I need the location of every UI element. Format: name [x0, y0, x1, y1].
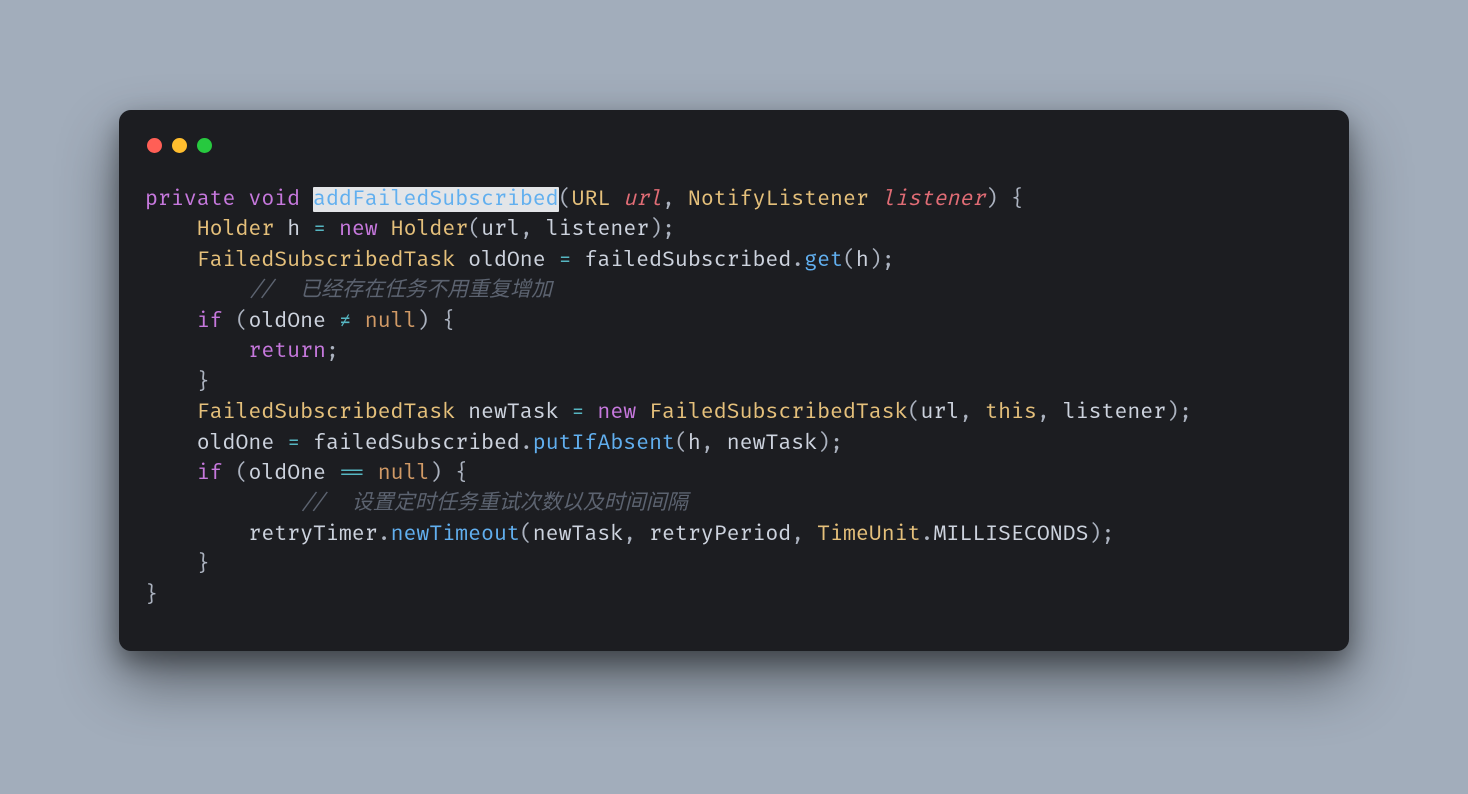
- comma: ,: [959, 400, 972, 425]
- op-assign: =: [287, 431, 300, 456]
- param-name: url: [623, 187, 662, 212]
- arg: newTask: [727, 431, 817, 456]
- brace-open: {: [455, 461, 468, 486]
- comma: ,: [662, 187, 675, 212]
- arg: h: [688, 431, 701, 456]
- paren-close: ): [869, 248, 882, 273]
- enum-field: MILLISECONDS: [933, 522, 1088, 547]
- var: h: [287, 217, 300, 242]
- brace-close: }: [197, 552, 210, 577]
- paren-open: (: [468, 217, 481, 242]
- op-eq: ==: [339, 461, 365, 486]
- arg: listener: [1063, 400, 1166, 425]
- paren-close: ): [429, 461, 442, 486]
- paren-open: (: [908, 400, 921, 425]
- minimize-icon[interactable]: [172, 138, 187, 153]
- arg: url: [921, 400, 960, 425]
- paren-close: ): [817, 431, 830, 456]
- zoom-icon[interactable]: [197, 138, 212, 153]
- comma: ,: [623, 522, 636, 547]
- brace-open: {: [1011, 187, 1024, 212]
- lhs: oldOne: [248, 309, 326, 334]
- op-neq: ≠: [339, 309, 352, 334]
- paren-close: ): [1089, 522, 1102, 547]
- obj: failedSubscribed: [313, 431, 520, 456]
- arg: retryPeriod: [649, 522, 791, 547]
- dot: .: [921, 522, 934, 547]
- keyword-private: private: [145, 187, 235, 212]
- arg: h: [856, 248, 869, 273]
- brace-open: {: [442, 309, 455, 334]
- comma: ,: [1037, 400, 1050, 425]
- op-assign: =: [572, 400, 585, 425]
- code-window: private void addFailedSubscribed(URL url…: [119, 110, 1349, 651]
- arg: listener: [546, 217, 649, 242]
- comment: // 设置定时任务重试次数以及时间间隔: [300, 491, 688, 516]
- comma: ,: [520, 217, 533, 242]
- keyword-new: new: [339, 217, 378, 242]
- paren-open: (: [236, 461, 249, 486]
- paren-close: ): [985, 187, 998, 212]
- brace-close: }: [197, 370, 210, 395]
- paren-open: (: [559, 187, 572, 212]
- type: Holder: [197, 217, 275, 242]
- keyword-if: if: [197, 461, 223, 486]
- keyword-void: void: [248, 187, 300, 212]
- null-literal: null: [365, 309, 417, 334]
- type: FailedSubscribedTask: [197, 400, 455, 425]
- type: FailedSubscribedTask: [197, 248, 455, 273]
- function-name-highlighted: addFailedSubscribed: [313, 187, 559, 212]
- keyword-new: new: [597, 400, 636, 425]
- dot: .: [378, 522, 391, 547]
- obj: failedSubscribed: [584, 248, 791, 273]
- arg: url: [481, 217, 520, 242]
- null-literal: null: [378, 461, 430, 486]
- keyword-this: this: [985, 400, 1037, 425]
- param-type: NotifyListener: [688, 187, 869, 212]
- lhs: oldOne: [197, 431, 275, 456]
- paren-close: ): [1166, 400, 1179, 425]
- semicolon: ;: [830, 431, 843, 456]
- dot: .: [520, 431, 533, 456]
- paren-open: (: [520, 522, 533, 547]
- method: putIfAbsent: [533, 431, 675, 456]
- paren-close: ): [649, 217, 662, 242]
- arg: newTask: [533, 522, 623, 547]
- paren-open: (: [236, 309, 249, 334]
- lhs: oldOne: [248, 461, 326, 486]
- paren-open: (: [675, 431, 688, 456]
- comment: // 已经存在任务不用重复增加: [248, 278, 552, 303]
- obj: retryTimer: [248, 522, 377, 547]
- op-assign: =: [559, 248, 572, 273]
- semicolon: ;: [882, 248, 895, 273]
- window-titlebar: [145, 136, 1321, 185]
- ctor: FailedSubscribedTask: [649, 400, 907, 425]
- comma: ,: [701, 431, 714, 456]
- var: oldOne: [468, 248, 546, 273]
- semicolon: ;: [326, 339, 339, 364]
- keyword-return: return: [248, 339, 326, 364]
- paren-open: (: [843, 248, 856, 273]
- brace-close: }: [145, 583, 158, 608]
- keyword-if: if: [197, 309, 223, 334]
- method: get: [804, 248, 843, 273]
- code-block: private void addFailedSubscribed(URL url…: [145, 185, 1321, 611]
- semicolon: ;: [662, 217, 675, 242]
- paren-close: ): [417, 309, 430, 334]
- dot: .: [791, 248, 804, 273]
- method: newTimeout: [391, 522, 520, 547]
- param-name: listener: [882, 187, 985, 212]
- comma: ,: [791, 522, 804, 547]
- ctor: Holder: [391, 217, 469, 242]
- enum-type: TimeUnit: [817, 522, 920, 547]
- param-type: URL: [572, 187, 611, 212]
- semicolon: ;: [1101, 522, 1114, 547]
- close-icon[interactable]: [147, 138, 162, 153]
- op-assign: =: [313, 217, 326, 242]
- var: newTask: [468, 400, 558, 425]
- semicolon: ;: [1179, 400, 1192, 425]
